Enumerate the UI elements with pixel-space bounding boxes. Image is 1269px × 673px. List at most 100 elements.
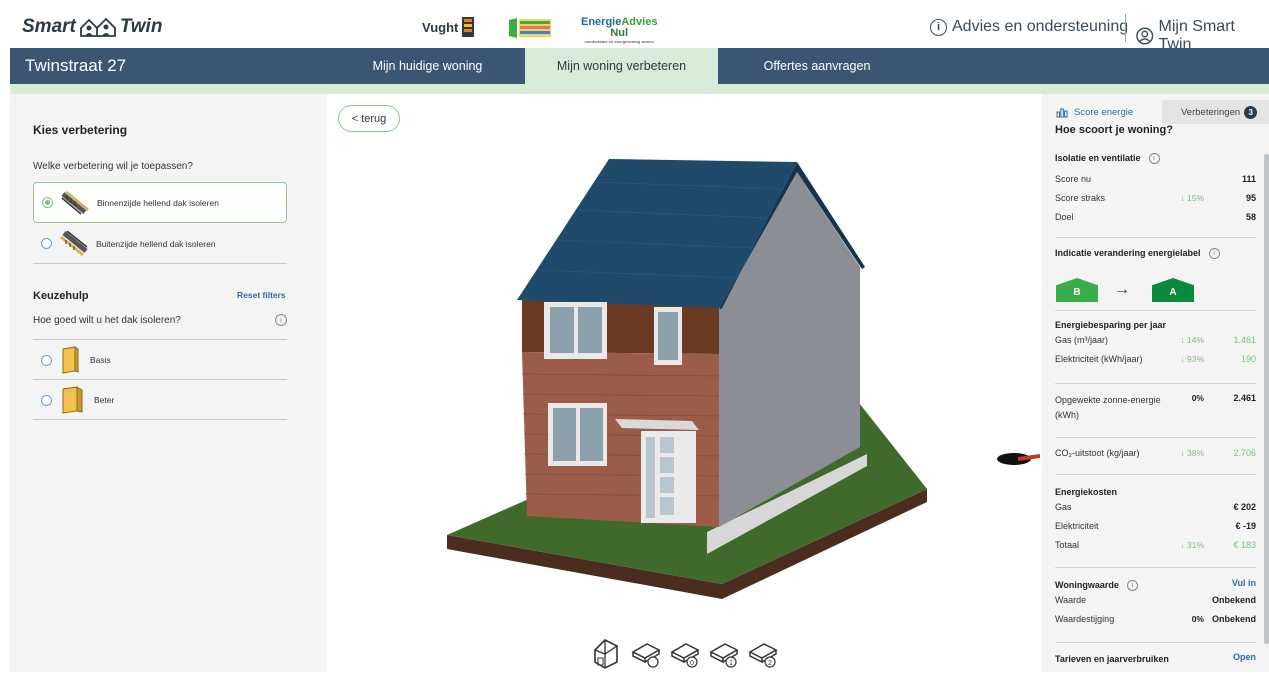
twin-house-icon bbox=[79, 17, 116, 37]
brand-right-text: Twin bbox=[119, 16, 163, 37]
row-value: 95 bbox=[1245, 193, 1256, 203]
window-pane bbox=[550, 307, 574, 353]
divider bbox=[1055, 383, 1256, 384]
top-header: Smart Twin Vught EnergieAdvies Nul comfo… bbox=[10, 8, 1269, 53]
option-buitenzijde[interactable]: Buitenzijde hellend dak isoleren bbox=[33, 224, 287, 264]
improvement-panel: Kies verbetering Welke verbetering wil j… bbox=[10, 94, 327, 672]
tab-verbeteringen[interactable]: Verbeteringen 3 bbox=[1162, 100, 1269, 124]
address-title: Twinstraat 27 bbox=[25, 56, 127, 75]
chart-bars-icon bbox=[1056, 108, 1068, 117]
section-tarieven: Tarieven en jaarverbruiken Open bbox=[1055, 652, 1256, 666]
cost-row: Totaal ↓ 31% € 183 bbox=[1055, 537, 1256, 556]
door-window bbox=[660, 437, 674, 453]
smart-twin-logo[interactable]: Smart Twin bbox=[22, 16, 162, 38]
label-current: B bbox=[1056, 278, 1098, 302]
cost-row: Gas € 202 bbox=[1055, 499, 1256, 518]
section-zonne: Opgewekte zonne-energie (kWh) 0% 2.461 bbox=[1055, 390, 1256, 424]
row-label: CO₂-uitstoot (kg/jaar) bbox=[1055, 448, 1140, 458]
energieadvies-logo[interactable]: EnergieAdvies Nul comfortabel en energie… bbox=[581, 16, 657, 44]
score-panel: Score energie Verbeteringen 3 Hoe scoort… bbox=[1042, 94, 1269, 672]
value-row: Waardestijging 0% Onbekend bbox=[1055, 611, 1256, 630]
section-co2: CO₂-uitstoot (kg/jaar) ↓ 38% 2.706 bbox=[1055, 445, 1256, 464]
advies-link[interactable]: i Advies en ondersteuning bbox=[930, 18, 1128, 36]
divider bbox=[33, 339, 287, 340]
info-icon[interactable]: i bbox=[1148, 152, 1160, 164]
vught-logo[interactable]: Vught bbox=[422, 17, 475, 37]
improvement-question: Welke verbetering wil je toepassen? bbox=[33, 161, 193, 172]
row-value: 2.461 bbox=[1233, 393, 1256, 403]
info-icon[interactable]: i bbox=[1208, 247, 1220, 259]
window-pane bbox=[553, 408, 576, 461]
panel-title: Kies verbetering bbox=[33, 123, 128, 137]
row-label: Doel bbox=[1055, 212, 1074, 222]
open-link[interactable]: Open bbox=[1233, 652, 1256, 662]
material-option-basis[interactable]: Basis bbox=[33, 341, 287, 380]
value-row: Waarde Onbekend bbox=[1055, 592, 1256, 611]
view-mode-toolbar: 0 1 2 bbox=[589, 634, 779, 670]
divider bbox=[1055, 310, 1256, 311]
door-window bbox=[660, 477, 674, 493]
window-pane bbox=[580, 408, 603, 461]
row-label: Score straks bbox=[1055, 193, 1106, 203]
row-percentage: ↓ 38% bbox=[1180, 448, 1204, 458]
radio-selected-icon[interactable] bbox=[42, 197, 53, 208]
back-button[interactable]: < terug bbox=[338, 105, 400, 132]
tab-huidige-woning[interactable]: Mijn huidige woning bbox=[335, 48, 520, 84]
tab-offertes[interactable]: Offertes aanvragen bbox=[722, 48, 912, 84]
row-label: Elektriciteit bbox=[1055, 521, 1099, 531]
row-label: Totaal bbox=[1055, 540, 1080, 550]
floor-view-icon[interactable] bbox=[630, 634, 662, 670]
radio-empty-icon[interactable] bbox=[41, 238, 52, 249]
partner-logo[interactable] bbox=[509, 18, 551, 38]
score-tabs: Score energie Verbeteringen 3 bbox=[1042, 100, 1269, 124]
score-row: Doel 58 bbox=[1055, 209, 1256, 228]
info-icon[interactable]: i bbox=[275, 314, 287, 326]
energie-tagline: comfortabel en energiezuinig wonen bbox=[584, 39, 654, 44]
section-title: Isolatie en ventilatie bbox=[1055, 153, 1141, 163]
material-label: Basis bbox=[90, 355, 111, 365]
tab-woning-verbeteren[interactable]: Mijn woning verbeteren bbox=[525, 48, 718, 84]
floor-1-icon[interactable]: 1 bbox=[708, 634, 740, 670]
section-title: Tarieven en jaarverbruiken bbox=[1055, 654, 1169, 664]
option-binnenzijde[interactable]: Binnenzijde hellend dak isoleren bbox=[33, 182, 287, 223]
reset-filters-link[interactable]: Reset filters bbox=[237, 290, 286, 300]
main-navbar: Twinstraat 27 Mijn huidige woning Mijn w… bbox=[10, 48, 1269, 84]
row-percentage: ↓ 31% bbox=[1180, 540, 1204, 550]
info-icon[interactable]: i bbox=[1126, 579, 1138, 591]
section-title: Energiekosten bbox=[1055, 487, 1118, 497]
row-value: Onbekend bbox=[1211, 595, 1256, 605]
radio-empty-icon[interactable] bbox=[41, 394, 52, 406]
vul-in-link[interactable]: Vul in bbox=[1232, 578, 1256, 588]
section-energielabel: Indicatie verandering energielabel i bbox=[1055, 246, 1256, 260]
section-isolatie: Isolatie en ventilatie i Score nu 111 Sco… bbox=[1055, 151, 1256, 228]
row-label: Elektriciteit (kWh/jaar) bbox=[1055, 354, 1143, 364]
cost-row: Elektriciteit € -19 bbox=[1055, 518, 1256, 537]
window-pane bbox=[578, 307, 602, 353]
section-title: Energiebesparing per jaar bbox=[1055, 320, 1167, 330]
material-option-beter[interactable]: Beter bbox=[33, 381, 287, 420]
floor-0-icon[interactable]: 0 bbox=[669, 634, 701, 670]
orientation-gizmo-icon[interactable] bbox=[996, 449, 1042, 469]
arrow-right-icon: → bbox=[1114, 281, 1130, 298]
partner-emblem-icon bbox=[509, 18, 551, 38]
door-window bbox=[660, 457, 674, 473]
radio-empty-icon[interactable] bbox=[41, 354, 52, 366]
section-kosten: Energiekosten Gas € 202 Elektriciteit € … bbox=[1055, 485, 1256, 556]
row-label: Gas bbox=[1055, 502, 1072, 512]
row-value: 190 bbox=[1240, 354, 1256, 364]
vught-text: Vught bbox=[422, 19, 459, 35]
row-value: Onbekend bbox=[1211, 614, 1256, 624]
floor-2-icon[interactable]: 2 bbox=[747, 634, 779, 670]
panel-scrollbar[interactable] bbox=[1264, 154, 1269, 644]
divider bbox=[1055, 474, 1256, 475]
house-view-icon[interactable] bbox=[589, 634, 623, 670]
info-icon: i bbox=[930, 18, 947, 36]
3d-viewer[interactable]: < terug 0 1 2 bbox=[327, 94, 1042, 672]
material-label: Beter bbox=[94, 395, 115, 405]
solar-row: Opgewekte zonne-energie (kWh) 0% 2.461 bbox=[1055, 390, 1256, 424]
house-3d-model[interactable] bbox=[327, 94, 1042, 672]
row-percentage: ↓ 15% bbox=[1180, 193, 1204, 203]
score-row: Score straks ↓ 15% 95 bbox=[1055, 190, 1256, 209]
tab-score-energie[interactable]: Score energie bbox=[1042, 100, 1162, 124]
row-value: 58 bbox=[1245, 212, 1256, 222]
